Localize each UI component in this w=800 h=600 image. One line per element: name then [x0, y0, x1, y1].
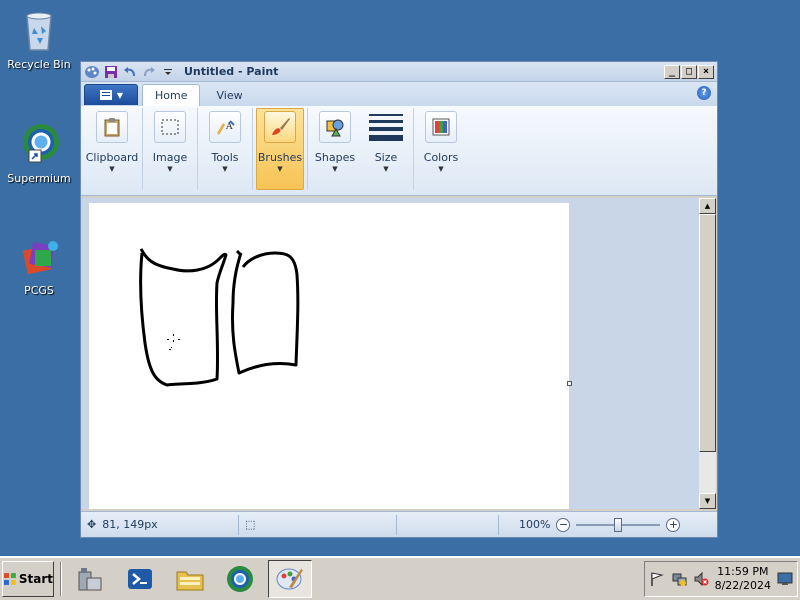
- drawing-canvas[interactable]: [89, 203, 572, 509]
- chevron-down-icon: ▼: [383, 165, 389, 173]
- vertical-scrollbar[interactable]: ▲ ▼: [699, 198, 716, 509]
- clipboard-icon: [96, 111, 128, 143]
- supermium-icon: [15, 120, 63, 168]
- crosshair-cursor: [167, 334, 180, 350]
- title-bar: Untitled - Paint _ □ ×: [81, 62, 717, 82]
- pcgs-icon: [15, 232, 63, 280]
- recycle-bin-icon: [15, 6, 63, 54]
- taskbar: Start 11:59 PM 8/22/2024: [0, 556, 800, 600]
- volume-muted-icon[interactable]: [693, 571, 709, 587]
- canvas-area: [81, 198, 699, 509]
- ribbon-group-clipboard[interactable]: Clipboard ▼: [85, 108, 139, 190]
- ribbon-group-brushes[interactable]: Brushes ▼: [256, 108, 304, 190]
- desktop-icon-label: PCGS: [24, 284, 54, 297]
- palette-icon: [425, 111, 457, 143]
- show-desktop-icon[interactable]: [777, 572, 793, 586]
- close-button[interactable]: ×: [698, 64, 714, 79]
- quick-access-toolbar: [84, 64, 176, 80]
- desktop-icon-supermium[interactable]: Supermium: [0, 120, 78, 185]
- tools-icon: A: [209, 111, 241, 143]
- help-icon[interactable]: ?: [697, 86, 711, 100]
- ribbon-separator: [307, 108, 308, 190]
- desktop-icon-label: Recycle Bin: [7, 58, 71, 71]
- zoom-in-button[interactable]: +: [666, 517, 681, 532]
- image-size: [397, 514, 499, 535]
- ribbon: Clipboard ▼ Image ▼ A Tools ▼ Brushes ▼: [81, 106, 717, 196]
- zoom-out-button[interactable]: −: [556, 517, 571, 532]
- cursor-position-value: 81, 149px: [102, 518, 158, 531]
- system-tray: 11:59 PM 8/22/2024: [643, 561, 798, 597]
- select-icon: [154, 111, 186, 143]
- start-button[interactable]: Start: [2, 561, 54, 597]
- zoom-slider[interactable]: [576, 517, 661, 532]
- maximize-button[interactable]: □: [681, 64, 697, 79]
- paint-app-icon[interactable]: [84, 64, 100, 80]
- file-explorer-icon[interactable]: [168, 560, 212, 598]
- save-icon[interactable]: [103, 64, 119, 80]
- clock-date: 8/22/2024: [714, 579, 771, 592]
- window-title: Untitled - Paint: [184, 65, 279, 78]
- brush-icon: [264, 111, 296, 143]
- chevron-down-icon: ▼: [277, 165, 283, 173]
- chevron-down-icon: ▼: [167, 165, 173, 173]
- scroll-thumb[interactable]: [699, 214, 716, 452]
- paint-window: Untitled - Paint _ □ × ▼ Home View ? Cli…: [80, 61, 718, 538]
- customize-qat-icon[interactable]: [160, 64, 176, 80]
- window-controls: _ □ ×: [664, 64, 714, 79]
- supermium-taskbar-icon[interactable]: [218, 560, 262, 598]
- shapes-icon: [319, 111, 351, 143]
- desktop-icon-pcgs[interactable]: PCGS: [0, 232, 78, 297]
- scroll-down-button[interactable]: ▼: [699, 493, 716, 509]
- canvas-resize-handle[interactable]: [567, 381, 572, 386]
- network-icon[interactable]: [671, 571, 687, 587]
- tab-view[interactable]: View: [204, 84, 254, 106]
- undo-icon[interactable]: [122, 64, 138, 80]
- paint-taskbar-icon[interactable]: [268, 560, 312, 598]
- ribbon-tabs: ▼ Home View ?: [81, 82, 717, 106]
- chevron-down-icon: ▼: [116, 90, 124, 100]
- action-center-flag-icon[interactable]: [649, 571, 665, 587]
- crosshair-icon: ✥: [87, 518, 97, 531]
- chevron-down-icon: ▼: [438, 165, 444, 173]
- status-bar: ✥ 81, 149px ⬚ 100% − +: [81, 511, 717, 537]
- zoom-control: 100% − +: [499, 517, 681, 532]
- minimize-button[interactable]: _: [664, 64, 680, 79]
- zoom-level: 100%: [519, 518, 551, 531]
- selection-icon: ⬚: [245, 518, 256, 531]
- ribbon-group-image[interactable]: Image ▼: [146, 108, 194, 190]
- chevron-down-icon: ▼: [222, 165, 228, 173]
- ribbon-group-tools[interactable]: A Tools ▼: [201, 108, 249, 190]
- size-icon: [369, 111, 403, 143]
- ribbon-separator: [197, 108, 198, 190]
- scroll-up-button[interactable]: ▲: [699, 198, 716, 214]
- desktop-icon-label: Supermium: [7, 172, 71, 185]
- powershell-icon[interactable]: [118, 560, 162, 598]
- clock[interactable]: 11:59 PM 8/22/2024: [715, 565, 771, 593]
- server-manager-icon[interactable]: [68, 560, 112, 598]
- cursor-position: ✥ 81, 149px: [81, 514, 239, 535]
- ribbon-group-size[interactable]: Size ▼: [362, 108, 410, 190]
- chevron-down-icon: ▼: [109, 165, 115, 173]
- drawing-strokes: [139, 248, 300, 387]
- ribbon-separator: [413, 108, 414, 190]
- app-menu-icon: [99, 90, 112, 100]
- desktop-icon-recycle-bin[interactable]: Recycle Bin: [0, 6, 78, 71]
- clock-time: 11:59 PM: [717, 565, 769, 578]
- taskbar-separator: [60, 562, 62, 596]
- ribbon-group-shapes[interactable]: Shapes ▼: [311, 108, 359, 190]
- chevron-down-icon: ▼: [332, 165, 338, 173]
- ribbon-group-colors[interactable]: Colors ▼: [417, 108, 465, 190]
- ribbon-separator: [142, 108, 143, 190]
- ribbon-separator: [252, 108, 253, 190]
- redo-icon[interactable]: [141, 64, 157, 80]
- selection-size: ⬚: [239, 514, 397, 535]
- tab-home[interactable]: Home: [142, 84, 201, 106]
- zoom-slider-knob[interactable]: [614, 517, 623, 532]
- windows-logo-icon: [3, 573, 16, 585]
- app-menu-button[interactable]: ▼: [84, 84, 138, 105]
